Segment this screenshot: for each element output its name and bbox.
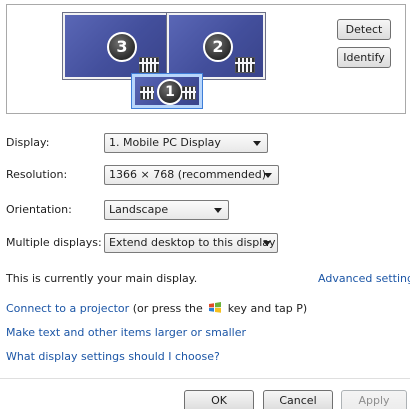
footer-divider (0, 378, 410, 379)
monitor-3[interactable]: 3 (62, 12, 169, 80)
projector-hint-start: (or press the (132, 302, 203, 315)
monitor-taskbar-grid-icon (139, 57, 159, 73)
monitor-2[interactable]: 2 (166, 12, 266, 80)
chevron-down-icon (214, 208, 222, 213)
monitor-number-badge: 1 (157, 79, 183, 105)
monitor-number-badge: 2 (203, 32, 233, 62)
monitor-number-badge: 3 (107, 32, 137, 62)
identify-button[interactable]: Identify (337, 47, 391, 68)
connect-projector-link[interactable]: Connect to a projector (6, 302, 129, 315)
monitor-taskbar-grid-icon (182, 86, 196, 100)
screen-resolution-dialog: 3 2 1 Detect Identify Display: 1. Mobile… (0, 0, 410, 409)
apply-button[interactable]: Apply (341, 390, 407, 409)
multiple-displays-select[interactable]: Extend desktop to this display (104, 233, 278, 253)
display-select[interactable]: 1. Mobile PC Display (104, 133, 268, 153)
display-settings-help-link[interactable]: What display settings should I choose? (6, 350, 220, 364)
main-display-status: This is currently your main display. (6, 272, 198, 285)
multiple-displays-select-value: Extend desktop to this display (109, 236, 276, 249)
resolution-label: Resolution: (6, 168, 68, 181)
detect-button[interactable]: Detect (337, 19, 391, 40)
ok-button[interactable]: OK (184, 390, 254, 409)
chevron-down-icon (263, 241, 271, 246)
cancel-button[interactable]: Cancel (263, 390, 333, 409)
chevron-down-icon (253, 141, 261, 146)
text-size-link[interactable]: Make text and other items larger or smal… (6, 326, 246, 340)
orientation-select[interactable]: Landscape (104, 200, 229, 220)
orientation-select-value: Landscape (109, 203, 169, 216)
display-select-value: 1. Mobile PC Display (109, 136, 221, 149)
display-label: Display: (6, 136, 50, 149)
advanced-settings-link[interactable]: Advanced settings (318, 272, 410, 286)
windows-logo-icon (209, 302, 222, 313)
monitor-taskbar-grid-icon (140, 86, 154, 100)
resolution-select[interactable]: 1366 × 768 (recommended) (104, 165, 279, 185)
orientation-label: Orientation: (6, 203, 72, 216)
resolution-select-value: 1366 × 768 (recommended) (109, 168, 267, 181)
chevron-down-icon (264, 173, 272, 178)
monitor-arrangement-panel: 3 2 1 Detect Identify (6, 4, 406, 114)
projector-line: Connect to a projector (or press the key… (6, 302, 307, 316)
monitor-1[interactable]: 1 (131, 73, 203, 109)
multiple-displays-label: Multiple displays: (6, 236, 102, 249)
projector-hint-end: key and tap P) (227, 302, 308, 315)
monitor-taskbar-grid-icon (235, 57, 255, 73)
